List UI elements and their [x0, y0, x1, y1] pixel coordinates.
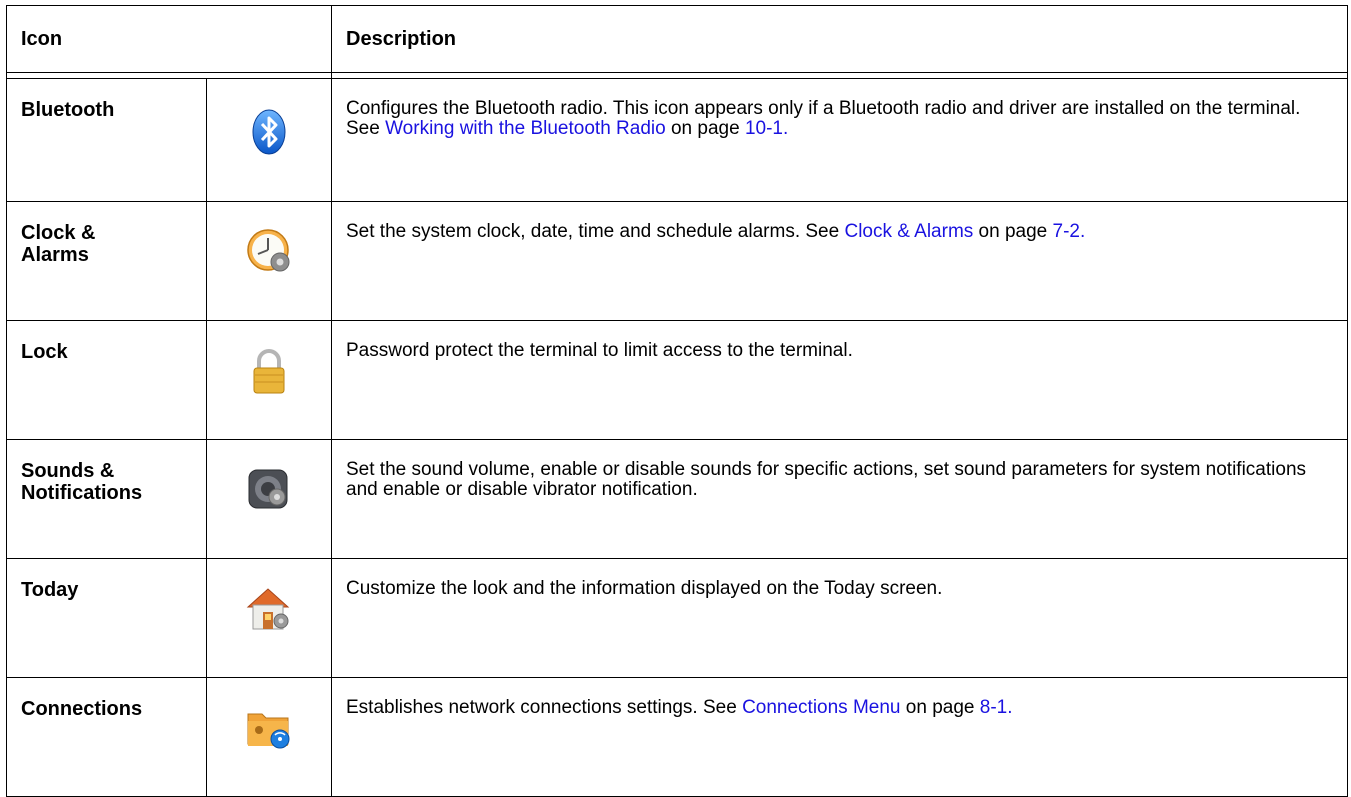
row-description: Set the system clock, date, time and sch… — [331, 201, 1348, 321]
clock-alarms-icon — [247, 229, 290, 272]
icon-cell — [206, 320, 332, 440]
table-row: Bluetooth Configures the Bluetooth radio… — [6, 78, 1348, 202]
settings-icon-table: Icon Description Bluetooth Configures th… — [6, 5, 1348, 797]
row-description: Customize the look and the information d… — [331, 558, 1348, 678]
page-link[interactable]: 7-2. — [1053, 221, 1086, 242]
row-name: Sounds & Notifications — [6, 439, 207, 559]
row-name: Bluetooth — [6, 78, 207, 202]
connections-folder-icon — [247, 713, 290, 749]
row-name: Clock & Alarms — [6, 201, 207, 321]
table-row: Today Customize the look and the informa… — [6, 558, 1348, 678]
table-row: Sounds & Notifications Set the sound volu… — [6, 439, 1348, 559]
row-description: Set the sound volume, enable or disable … — [331, 439, 1348, 559]
sounds-notifications-icon — [248, 469, 288, 509]
today-home-icon — [246, 588, 290, 630]
icon-cell — [206, 677, 332, 797]
table-row: Clock & Alarms Set the system clock, date… — [6, 201, 1348, 321]
link-connections-menu[interactable]: Connections Menu — [742, 697, 900, 718]
link-bluetooth-radio[interactable]: Working with the Bluetooth Radio — [385, 118, 666, 139]
header-row: Icon Description — [6, 5, 1348, 73]
bluetooth-icon — [252, 109, 286, 155]
icon-cell — [206, 558, 332, 678]
row-name: Connections — [6, 677, 207, 797]
icon-cell — [206, 439, 332, 559]
table-row: Connections Establishes network connecti… — [6, 677, 1348, 797]
row-name: Today — [6, 558, 207, 678]
row-description: Configures the Bluetooth radio. This ico… — [331, 78, 1348, 202]
row-name: Lock — [6, 320, 207, 440]
page-link[interactable]: 8-1. — [980, 697, 1013, 718]
icon-cell — [206, 78, 332, 202]
row-description: Password protect the terminal to limit a… — [331, 320, 1348, 440]
header-description: Description — [331, 5, 1348, 73]
table-row: Lock Password protect the terminal to li… — [6, 320, 1348, 440]
link-clock-alarms[interactable]: Clock & Alarms — [844, 221, 973, 242]
header-icon: Icon — [6, 5, 332, 73]
lock-icon — [253, 349, 285, 394]
page-link[interactable]: 10-1. — [745, 118, 788, 139]
row-description: Establishes network connections settings… — [331, 677, 1348, 797]
icon-cell — [206, 201, 332, 321]
